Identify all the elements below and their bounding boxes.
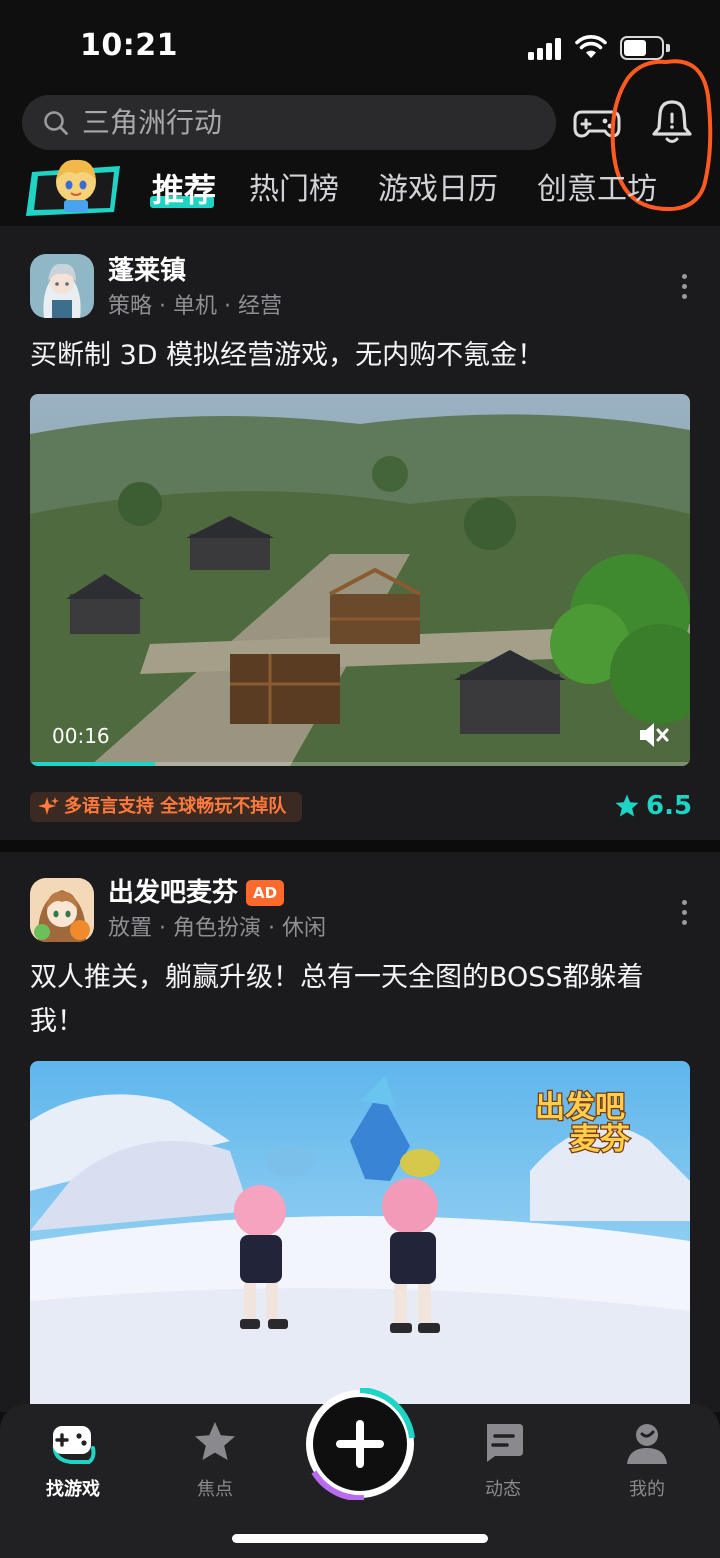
tab-game-calendar[interactable]: 游戏日历	[378, 170, 498, 210]
game-banner[interactable]: 出发吧 麦芬	[30, 1061, 690, 1412]
video-player[interactable]: 00:16	[30, 394, 690, 766]
svg-text:麦芬: 麦芬	[570, 1122, 630, 1157]
status-time: 10:21	[80, 28, 178, 63]
category-tabs: 推荐 热门榜 游戏日历 创意工坊	[0, 150, 720, 230]
search-input[interactable]: 三角洲行动	[22, 95, 556, 150]
nav-label: 找游戏	[46, 1479, 100, 1500]
sparkle-icon	[38, 797, 59, 815]
star-icon	[615, 794, 639, 817]
user-icon	[627, 1424, 667, 1464]
game-card[interactable]: 出发吧麦芬 AD 放置 · 角色扮演 · 休闲 双人推关，躺赢升级！总有一天全图…	[0, 852, 720, 1412]
card-separator	[0, 840, 720, 852]
nav-me[interactable]: 我的	[592, 1416, 702, 1506]
game-name[interactable]: 蓬莱镇	[108, 254, 186, 288]
home-indicator	[232, 1534, 488, 1543]
tab-hot-chart[interactable]: 热门榜	[249, 170, 339, 210]
search-icon	[44, 111, 68, 135]
game-tags: 策略 · 单机 · 经营	[108, 294, 282, 319]
promo-tag: 多语言支持 全球畅玩不掉队	[30, 792, 302, 822]
rating-value: 6.5	[646, 791, 693, 821]
game-banner-image: 出发吧 麦芬	[30, 1061, 690, 1412]
mute-icon[interactable]	[636, 718, 670, 752]
nav-activity[interactable]: 动态	[448, 1416, 558, 1506]
gamepad-icon	[52, 1426, 96, 1464]
tab-recommend[interactable]: 推荐	[152, 170, 216, 210]
nav-find-games[interactable]: 找游戏	[18, 1416, 128, 1506]
wifi-icon	[575, 35, 607, 58]
game-icon-penglaizhen[interactable]	[30, 254, 94, 318]
video-progress-fill	[30, 762, 156, 766]
nav-label: 焦点	[197, 1479, 233, 1500]
game-card[interactable]: 蓬莱镇 策略 · 单机 · 经营 买断制 3D 模拟经营游戏，无内购不氪金！ 0…	[0, 226, 720, 840]
ad-badge: AD	[246, 880, 284, 906]
more-options-icon[interactable]	[674, 898, 694, 928]
chat-card-icon	[487, 1424, 523, 1462]
nav-label: 动态	[485, 1479, 521, 1500]
game-tags: 放置 · 角色扮演 · 休闲	[108, 916, 326, 941]
cellular-signal-icon	[528, 38, 564, 60]
game-headline[interactable]: 双人推关，躺赢升级！总有一天全图的BOSS都躲着我！	[30, 956, 694, 1044]
game-headline[interactable]: 买断制 3D 模拟经营游戏，无内购不氪金！	[30, 334, 694, 378]
tab-workshop[interactable]: 创意工坊	[537, 170, 657, 210]
video-thumbnail	[30, 394, 690, 766]
create-plus-button[interactable]	[304, 1388, 416, 1500]
mascot-logo-icon	[26, 159, 120, 216]
game-name[interactable]: 出发吧麦芬	[108, 876, 238, 910]
video-timestamp: 00:16	[52, 724, 110, 748]
nav-focus[interactable]: 焦点	[160, 1416, 270, 1506]
search-placeholder: 三角洲行动	[82, 106, 223, 139]
more-options-icon[interactable]	[674, 272, 694, 302]
star-icon	[195, 1422, 235, 1460]
banner-logo: 出发吧	[535, 1090, 625, 1125]
promo-text: 多语言支持 全球畅玩不掉队	[64, 796, 287, 817]
nav-label: 我的	[629, 1479, 665, 1500]
game-icon-muffin[interactable]	[30, 878, 94, 942]
